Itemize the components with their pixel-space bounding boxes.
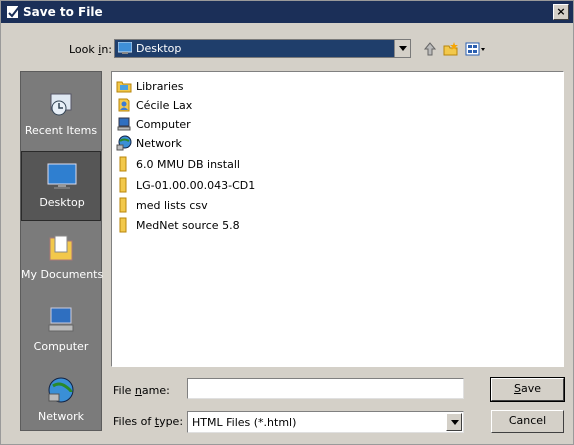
file-name-input[interactable] [187,378,464,399]
file-type-dropdown-button[interactable] [446,413,462,431]
save-check-icon [7,6,20,18]
folder-icon [119,177,127,193]
chevron-down-icon [451,420,459,425]
libraries-icon [116,81,132,93]
look-in-dropdown-button[interactable] [394,40,410,57]
look-in-label: Look in: [69,43,113,56]
computer-icon [48,307,74,332]
view-menu-icon[interactable] [465,41,487,57]
folder-icon [119,156,127,172]
save-button[interactable]: Save [490,377,565,402]
look-in-combobox[interactable]: Desktop [114,39,411,58]
places-bar: Recent Items Desktop My Documents Comput… [20,71,103,431]
my-documents-icon [49,235,73,261]
file-type-value: HTML Files (*.html) [192,416,297,429]
user-icon [118,98,130,112]
up-folder-icon[interactable] [422,41,438,57]
window-title: Save to File [23,5,103,19]
file-type-combobox[interactable]: HTML Files (*.html) [187,411,464,433]
place-my-documents[interactable]: My Documents [21,224,103,294]
file-list[interactable]: Libraries Cécile Lax Computer Network 6.… [111,71,564,367]
cancel-button[interactable]: Cancel [491,410,564,433]
place-computer[interactable]: Computer [21,296,101,366]
recent-items-icon [50,93,72,116]
network-icon [116,135,132,151]
place-recent-items[interactable]: Recent Items [21,80,101,150]
computer-icon [117,117,131,131]
desktop-icon [118,42,132,54]
desktop-icon [47,163,77,189]
network-icon [48,377,74,403]
look-in-value: Desktop [136,42,182,55]
new-folder-icon[interactable] [443,41,459,57]
file-name-label: File name: [113,384,170,397]
close-button[interactable]: × [553,4,569,20]
title-bar[interactable]: Save to File × [1,1,573,23]
folder-icon [119,197,127,213]
chevron-down-icon [399,46,407,51]
place-network[interactable]: Network [21,366,101,436]
close-icon: × [556,5,566,18]
folder-icon [119,217,127,233]
place-desktop[interactable]: Desktop [21,151,101,221]
files-of-type-label: Files of type: [113,415,184,428]
save-to-file-dialog: Save to File × Look in: Desktop Recent I [0,0,574,445]
